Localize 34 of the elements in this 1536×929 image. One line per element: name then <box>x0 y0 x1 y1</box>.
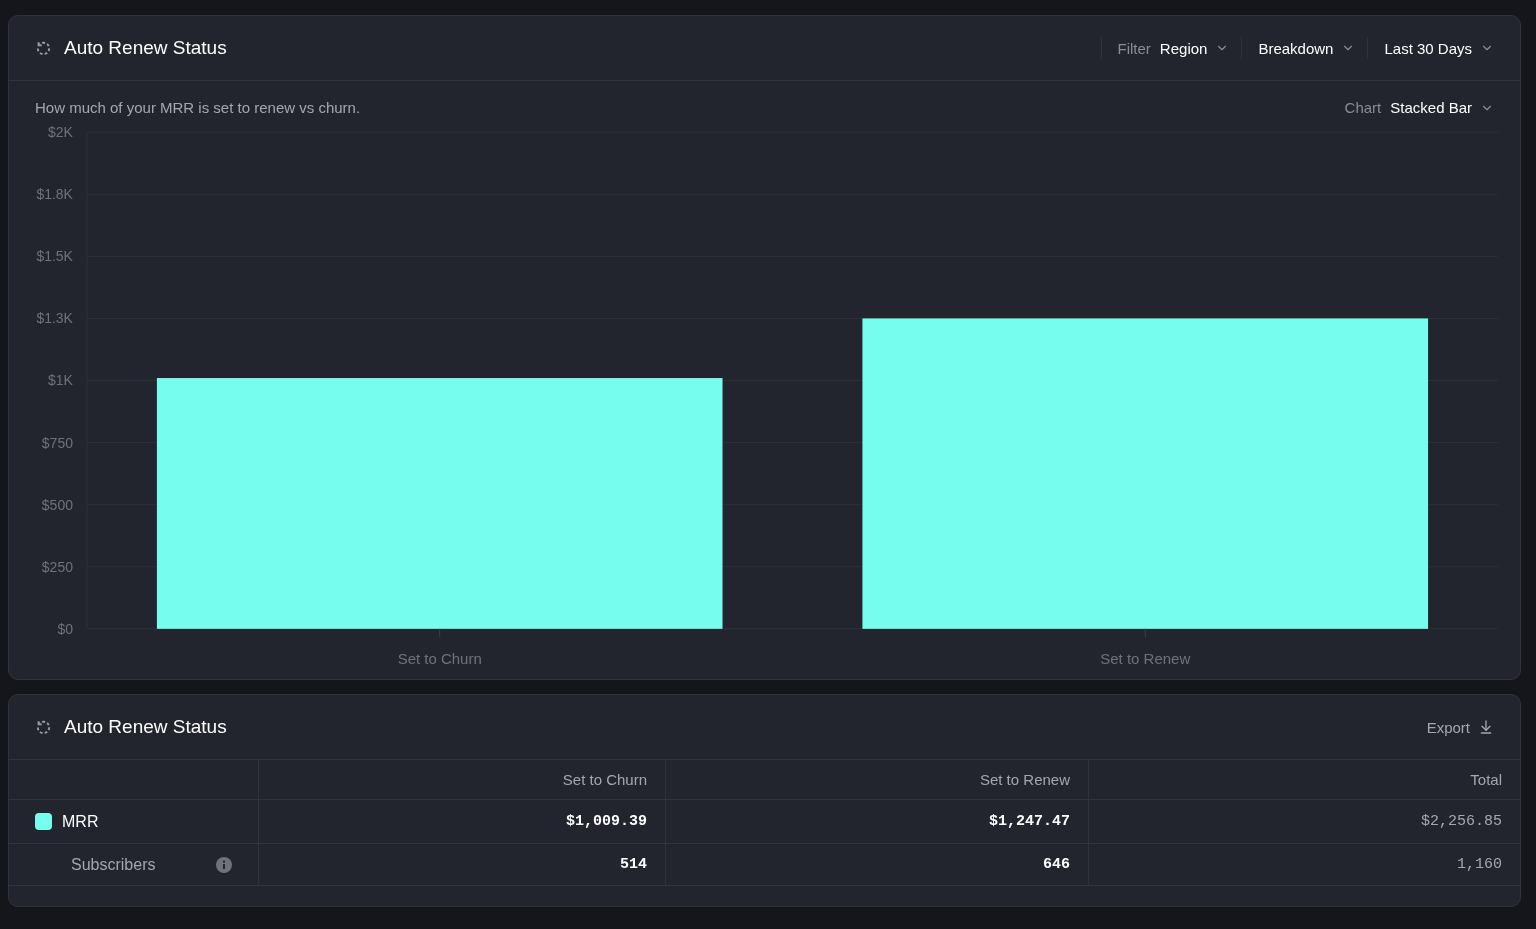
panel-title: Auto Renew Status <box>64 716 228 738</box>
chart-type-dropdown[interactable]: Chart Stacked Bar <box>1344 99 1494 116</box>
axis-label: $1.3K <box>36 310 73 327</box>
column-header: Total <box>1470 771 1502 788</box>
axis-label: $750 <box>41 434 73 451</box>
axis-label: $0 <box>57 620 73 637</box>
table-cell: 514 <box>620 856 647 873</box>
rotate-icon <box>35 718 52 736</box>
column-header: Set to Renew <box>979 771 1070 788</box>
dropdown-button[interactable]: Last 30 Days <box>1367 37 1494 59</box>
axis-label: Set to Renew <box>1100 649 1191 667</box>
info-icon <box>216 856 232 873</box>
table-cell: $1,009.39 <box>566 813 647 830</box>
axis-label: $1.8K <box>36 186 73 203</box>
axis-label: $250 <box>41 558 73 575</box>
axis-label: $2K <box>48 124 73 141</box>
axis-label: $1K <box>48 372 73 389</box>
axis-label: Set to Churn <box>397 649 482 667</box>
axis-label: $500 <box>41 496 73 513</box>
download-icon <box>1478 719 1494 735</box>
row-label: Subscribers <box>71 855 157 874</box>
export-button[interactable]: Export <box>1426 718 1494 736</box>
column-header: Set to Churn <box>562 771 647 788</box>
axis-label: $1.5K <box>36 248 73 265</box>
total-cell: 1,160 <box>1457 856 1502 873</box>
description-text: How much of your MRR is set to renew vs churn. <box>35 99 361 116</box>
dropdown-button[interactable]: Breakdown <box>1241 37 1356 59</box>
panel-title: Auto Renew Status <box>64 37 228 59</box>
dropdown-button[interactable]: Filter Region <box>1100 37 1230 59</box>
table-cell: $1,247.47 <box>989 813 1070 830</box>
total-cell: $2,256.85 <box>1421 813 1502 830</box>
row-label: MRR <box>62 812 99 831</box>
rotate-icon <box>35 39 52 57</box>
table-cell: 646 <box>1043 856 1070 873</box>
